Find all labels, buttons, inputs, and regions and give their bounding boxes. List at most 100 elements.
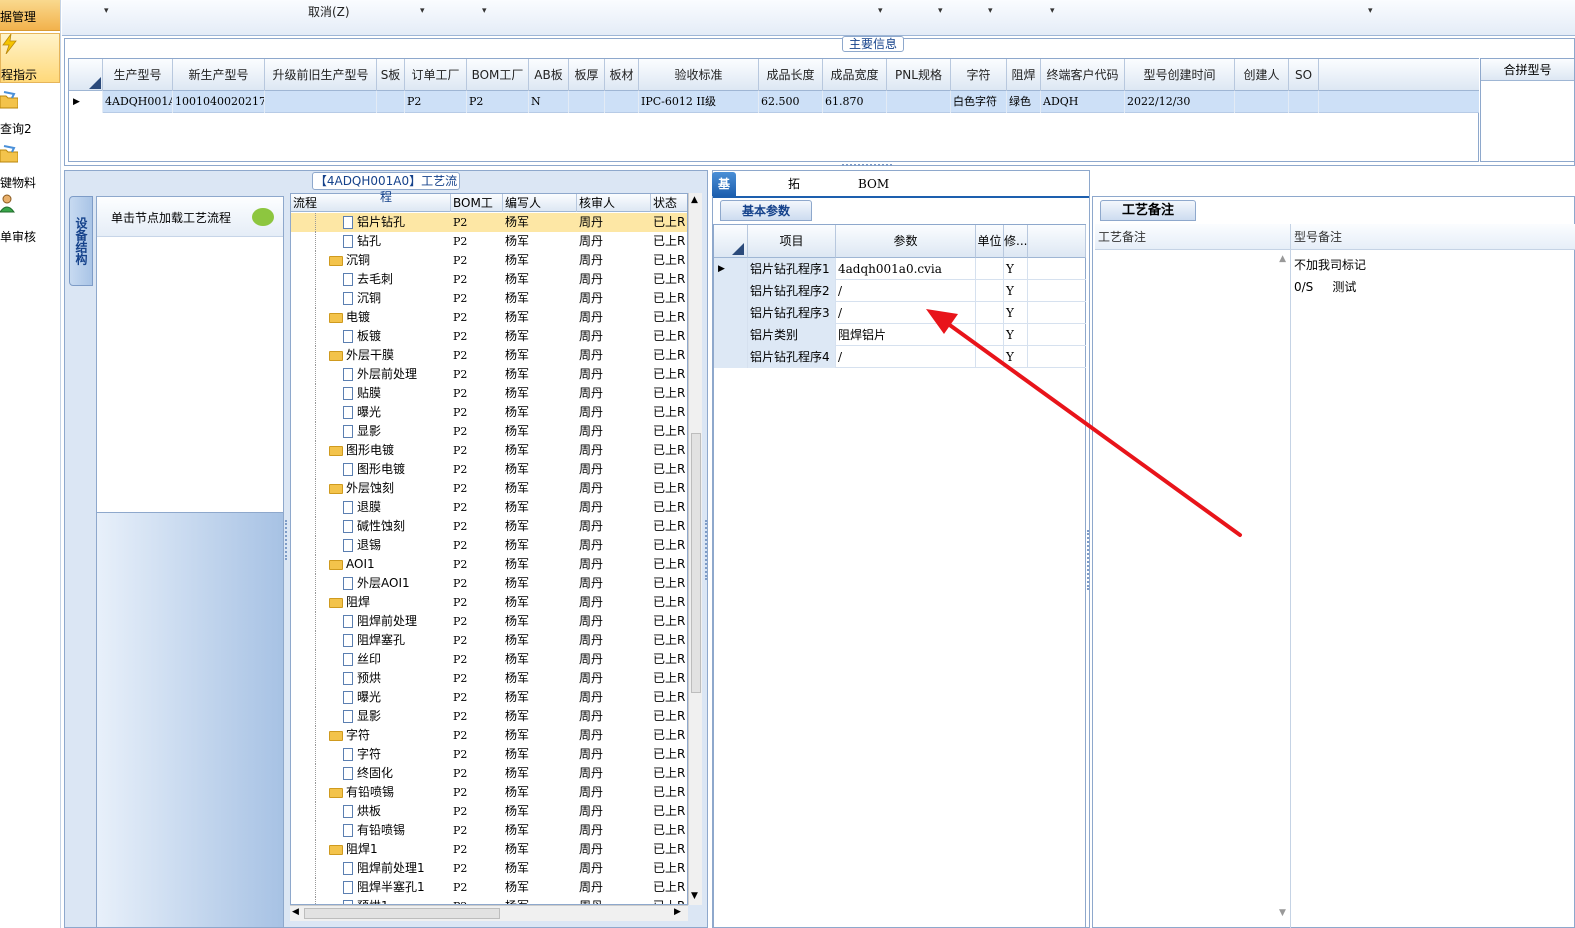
tree-node[interactable]: 外层前处理 <box>343 365 451 384</box>
tree-node[interactable]: 贴膜 <box>343 384 451 403</box>
nav-item-process-guide[interactable]: 程指示 <box>0 33 60 83</box>
nav-item-review[interactable]: 单审核 <box>0 194 60 244</box>
col-header-param[interactable]: 参数 <box>836 225 976 258</box>
scroll-left-icon[interactable]: ◀ <box>292 907 299 917</box>
tree-row[interactable]: 钻孔 P2 杨军 周丹 已上R <box>291 232 687 251</box>
tree-node[interactable]: 退锡 <box>343 536 451 555</box>
col-header[interactable]: AB板 <box>529 59 569 91</box>
col-header-modify[interactable]: 修... <box>1004 225 1028 258</box>
tree-node[interactable]: −电镀 <box>329 308 451 327</box>
table-cell[interactable] <box>605 91 639 113</box>
table-row[interactable]: 铝片钻孔程序4/ Y <box>714 346 1086 368</box>
dropdown-arrow-icon[interactable]: ▾ <box>878 6 883 16</box>
col-header[interactable]: 流程 <box>291 194 451 212</box>
tree-row[interactable]: 阻焊前处理 P2 杨军 周丹 已上R <box>291 612 687 631</box>
table-cell[interactable]: IPC-6012 II级 <box>639 91 759 113</box>
table-cell[interactable]: P2 <box>467 91 529 113</box>
nav-item-key-material[interactable]: 键物料 <box>0 144 60 190</box>
table-cell[interactable]: 61.870 <box>823 91 887 113</box>
table-cell[interactable] <box>265 91 377 113</box>
tree-row[interactable]: 阻焊塞孔 P2 杨军 周丹 已上R <box>291 631 687 650</box>
scroll-up-icon[interactable]: ▲ <box>691 195 698 205</box>
table-cell[interactable]: 10010400202172 <box>173 91 265 113</box>
tree-row[interactable]: 阻焊前处理1 P2 杨军 周丹 已上R <box>291 859 687 878</box>
tree-node[interactable]: 曝光 <box>343 403 451 422</box>
col-header-item[interactable]: 项目 <box>748 225 836 258</box>
table-cell[interactable] <box>1289 91 1319 113</box>
col-header[interactable]: 阻焊 <box>1007 59 1041 91</box>
tree-node[interactable]: 显影 <box>343 707 451 726</box>
horizontal-scrollbar[interactable]: ◀ ▶ <box>290 905 688 921</box>
splitter-handle[interactable] <box>842 164 892 169</box>
dropdown-arrow-icon[interactable]: ▾ <box>104 6 109 16</box>
col-header[interactable]: S板 <box>377 59 405 91</box>
tree-node[interactable]: −有铅喷锡 <box>329 783 451 802</box>
table-cell[interactable]: N <box>529 91 569 113</box>
tree-node[interactable]: −图形电镀 <box>329 441 451 460</box>
nav-header[interactable]: 据管理 <box>0 0 60 31</box>
tree-node[interactable]: 烘板 <box>343 802 451 821</box>
scroll-up-icon[interactable]: ▲ <box>1279 254 1286 264</box>
table-row[interactable]: 铝片类别 阻焊铝片 Y <box>714 324 1086 346</box>
col-header[interactable]: 终端客户代码 <box>1041 59 1125 91</box>
tree-node[interactable]: 有铅喷锡 <box>343 821 451 840</box>
tree-row[interactable]: 显影 P2 杨军 周丹 已上R <box>291 707 687 726</box>
tree-row[interactable]: 图形电镀 P2 杨军 周丹 已上R <box>291 460 687 479</box>
table-cell[interactable] <box>887 91 951 113</box>
tree-node[interactable]: 去毛刺 <box>343 270 451 289</box>
tree-row[interactable]: 阻焊半塞孔1 P2 杨军 周丹 已上R <box>291 878 687 897</box>
cancel-button[interactable]: 取消(Z) <box>308 3 350 20</box>
tree-row[interactable]: 终固化 P2 杨军 周丹 已上R <box>291 764 687 783</box>
col-header[interactable]: 新生产型号 <box>173 59 265 91</box>
tree-row[interactable]: 去毛刺 P2 杨军 周丹 已上R <box>291 270 687 289</box>
equipment-structure-tab[interactable]: 设备结构 <box>69 196 93 286</box>
table-row[interactable]: ▶ 4ADQH001A010010400202172P2P2NIPC-6012 … <box>69 91 1479 113</box>
tree-node[interactable]: 丝印 <box>343 650 451 669</box>
col-header[interactable]: 板厚 <box>569 59 605 91</box>
tree-node[interactable]: 阻焊半塞孔1 <box>343 878 451 897</box>
table-cell[interactable] <box>377 91 405 113</box>
table-cell[interactable]: 绿色 <box>1007 91 1041 113</box>
tree-row[interactable]: 板镀 P2 杨军 周丹 已上R <box>291 327 687 346</box>
tree-row[interactable]: −阻焊1P2 杨军 周丹 已上R <box>291 840 687 859</box>
tree-row[interactable]: −字符P2 杨军 周丹 已上R <box>291 726 687 745</box>
tree-row[interactable]: 显影 P2 杨军 周丹 已上R <box>291 422 687 441</box>
tab-basic-info[interactable]: 基本信息 <box>712 172 737 263</box>
param-cell-param[interactable]: / <box>836 280 976 302</box>
tree-node[interactable]: −外层蚀刻 <box>329 479 451 498</box>
dropdown-arrow-icon[interactable]: ▾ <box>1368 6 1373 16</box>
tree-row[interactable]: 丝印 P2 杨军 周丹 已上R <box>291 650 687 669</box>
tree-node[interactable]: 预烘1 <box>343 897 451 904</box>
tree-row[interactable]: 外层前处理 P2 杨军 周丹 已上R <box>291 365 687 384</box>
param-cell-param[interactable]: / <box>836 346 976 368</box>
tree-row[interactable]: 外层AOI1 P2 杨军 周丹 已上R <box>291 574 687 593</box>
tree-row[interactable]: −AOI1P2 杨军 周丹 已上R <box>291 555 687 574</box>
tree-node[interactable]: 显影 <box>343 422 451 441</box>
param-cell-param[interactable]: 阻焊铝片 <box>836 324 976 346</box>
tree-row[interactable]: 字符 P2 杨军 周丹 已上R <box>291 745 687 764</box>
nav-item-query2[interactable]: 查询2 <box>0 90 60 136</box>
dropdown-arrow-icon[interactable]: ▾ <box>420 6 425 16</box>
tree-row[interactable]: 碱性蚀刻 P2 杨军 周丹 已上R <box>291 517 687 536</box>
tree-node[interactable]: 退膜 <box>343 498 451 517</box>
table-cell[interactable] <box>1235 91 1289 113</box>
table-cell[interactable]: 62.500 <box>759 91 823 113</box>
tree-node[interactable]: 终固化 <box>343 764 451 783</box>
tree-row[interactable]: 预烘1P2杨军周丹已上R <box>291 897 687 904</box>
tree-node[interactable]: −字符 <box>329 726 451 745</box>
splitter-handle[interactable] <box>285 520 289 560</box>
tree-row[interactable]: 退锡 P2 杨军 周丹 已上R <box>291 536 687 555</box>
table-row[interactable]: 铝片钻孔程序3/ Y <box>714 302 1086 324</box>
col-header[interactable]: 生产型号 <box>103 59 173 91</box>
vertical-scrollbar[interactable]: ▲ ▼ <box>688 193 702 905</box>
col-header-unit[interactable]: 单位 <box>976 225 1004 258</box>
tree-row[interactable]: 贴膜 P2 杨军 周丹 已上R <box>291 384 687 403</box>
table-row[interactable]: ▶ 铝片钻孔程序1 4adqh001a0.cvia Y <box>714 258 1086 280</box>
tab-basic-params[interactable]: 基本参数 <box>720 200 812 221</box>
splitter-handle[interactable] <box>705 520 709 580</box>
col-header[interactable]: 编写人 <box>503 194 577 212</box>
scroll-thumb[interactable] <box>304 908 500 919</box>
tree-node[interactable]: 阻焊前处理 <box>343 612 451 631</box>
tree-row[interactable]: 有铅喷锡 P2 杨军 周丹 已上R <box>291 821 687 840</box>
tree-row[interactable]: −阻焊P2 杨军 周丹 已上R <box>291 593 687 612</box>
